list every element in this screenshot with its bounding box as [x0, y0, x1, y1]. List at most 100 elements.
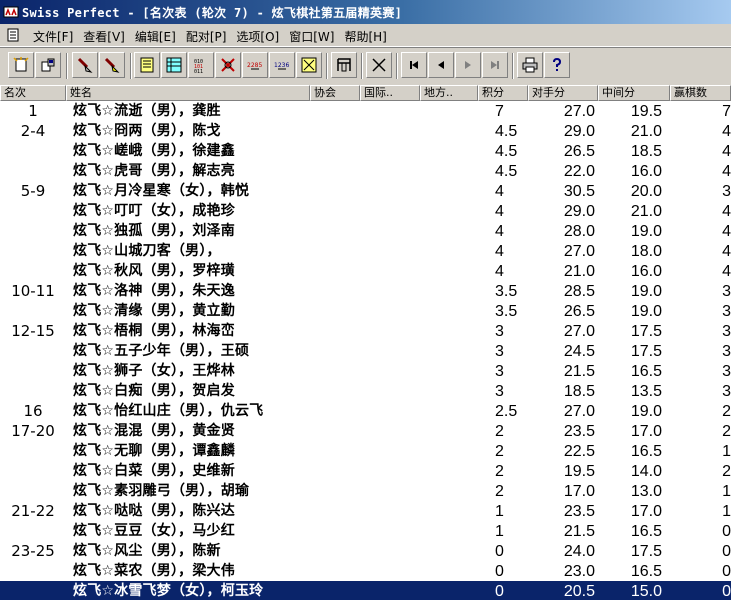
table-row[interactable]: 炫飞☆独孤（男），刘泽南 4 28.0 19.0 4	[0, 221, 731, 241]
rank-cell: 23-25	[11, 542, 55, 560]
new-tournament-button[interactable]	[8, 52, 34, 78]
col-median[interactable]: 中间分	[598, 85, 670, 101]
first-button[interactable]	[401, 52, 427, 78]
rank-cell	[0, 441, 66, 461]
col-score[interactable]: 积分	[478, 85, 528, 101]
wins-cell: 1	[722, 503, 731, 520]
table-row[interactable]: 17-20 炫飞☆混混（男），黄金贤 2 23.5 17.0 2	[0, 421, 731, 441]
wins-cell: 0	[722, 563, 731, 580]
table-row[interactable]: 炫飞☆秋风（男），罗梓璜 4 21.0 16.0 4	[0, 261, 731, 281]
table-row[interactable]: 炫飞☆白菜（男），史维新 2 19.5 14.0 2	[0, 461, 731, 481]
rating-2285-icon: 2285	[247, 62, 262, 70]
binary-results-button[interactable]: 010 101 011	[188, 52, 214, 78]
rating-1236-button[interactable]: 1236	[269, 52, 295, 78]
name-cell: 炫飞☆无聊（男），谭鑫麟	[73, 443, 235, 459]
menu-options[interactable]: 选项[O]	[231, 27, 284, 46]
median-cell: 19.0	[630, 403, 662, 420]
median-cell: 13.5	[630, 383, 662, 400]
add-player-icon	[77, 57, 93, 73]
first-icon	[410, 61, 418, 69]
table-row[interactable]: 炫飞☆狮子（女），王烨林 3 21.5 16.5 3	[0, 361, 731, 381]
col-opp-score[interactable]: 对手分	[528, 85, 598, 101]
document-icon[interactable]	[6, 28, 20, 42]
table-row[interactable]: 炫飞☆嵯峨（男），徐建鑫 4.5 26.5 18.5 4	[0, 141, 731, 161]
title-bar[interactable]: Swiss Perfect - [名次表 (轮次 7) - 炫飞棋社第五届精英赛…	[0, 0, 731, 24]
table-row[interactable]: 炫飞☆白痴（男），贺启发 3 18.5 13.5 3	[0, 381, 731, 401]
wins-cell: 4	[722, 123, 731, 140]
svg-text:2285: 2285	[247, 62, 262, 69]
score-cell: 2	[495, 443, 504, 460]
table-row[interactable]: 炫飞☆叮叮（女），成艳珍 4 29.0 21.0 4	[0, 201, 731, 221]
opponent-score-cell: 20.5	[563, 583, 595, 600]
help-button[interactable]	[544, 52, 570, 78]
col-name[interactable]: 姓名	[66, 85, 310, 101]
previous-button[interactable]	[428, 52, 454, 78]
table-row[interactable]: 炫飞☆清缘（男），黄立勤 3.5 26.5 19.0 3	[0, 301, 731, 321]
rank-cell: 2-4	[20, 122, 46, 140]
table-row[interactable]: 炫飞☆素羽雕弓（男），胡瑜 2 17.0 13.0 1	[0, 481, 731, 501]
score-cell: 1	[495, 523, 504, 540]
next-button[interactable]	[455, 52, 481, 78]
pairings-table-button[interactable]	[161, 52, 187, 78]
table-row[interactable]: 2-4 炫飞☆冏两（男），陈戈 4.5 29.0 21.0 4	[0, 121, 731, 141]
col-local-rating[interactable]: 地方..	[420, 85, 478, 101]
table-row[interactable]: 23-25 炫飞☆风尘（男），陈新 0 24.0 17.5 0	[0, 541, 731, 561]
rank-cell	[0, 241, 66, 261]
median-cell: 13.0	[630, 483, 662, 500]
table-row[interactable]: 炫飞☆菜农（男），梁大伟 0 23.0 16.5 0	[0, 561, 731, 581]
table-row[interactable]: 16 炫飞☆怡红山庄（男），仇云飞 2.5 27.0 19.0 2	[0, 401, 731, 421]
table-row[interactable]: 炫飞☆无聊（男），谭鑫麟 2 22.5 16.5 1	[0, 441, 731, 461]
opponent-score-cell: 26.5	[563, 143, 595, 160]
menu-help[interactable]: 帮助[H]	[339, 27, 391, 46]
table-row[interactable]: 炫飞☆冰雪飞梦（女），柯玉玲 0 20.5 15.0 0	[0, 581, 731, 600]
col-intl-rating[interactable]: 国际..	[360, 85, 420, 101]
previous-icon	[438, 61, 444, 69]
score-cell: 4	[495, 183, 504, 200]
col-wins[interactable]: 赢棋数	[670, 85, 731, 101]
table-row[interactable]: 炫飞☆虎哥（男），解志亮 4.5 22.0 16.0 4	[0, 161, 731, 181]
round-button[interactable]	[331, 52, 357, 78]
table-row[interactable]: 1 炫飞☆流逝（男），龚胜 7 27.0 19.5 7	[0, 101, 731, 121]
withdraw-button[interactable]	[215, 52, 241, 78]
median-cell: 16.0	[630, 263, 662, 280]
menu-file[interactable]: 文件[F]	[28, 27, 78, 46]
rank-cell	[0, 221, 66, 241]
edit-player-button[interactable]	[99, 52, 125, 78]
rating-2285-button[interactable]: 2285	[242, 52, 268, 78]
menu-edit[interactable]: 编辑[E]	[130, 27, 181, 46]
last-button[interactable]	[482, 52, 508, 78]
col-federation[interactable]: 协会	[310, 85, 360, 101]
standings-table[interactable]: 1 炫飞☆流逝（男），龚胜 7 27.0 19.5 7 2-4 炫飞☆冏两（男），陈戈 4.5 2…	[0, 101, 731, 600]
add-player-button[interactable]	[72, 52, 98, 78]
score-cell: 4.5	[495, 143, 518, 160]
median-cell: 17.5	[630, 323, 662, 340]
open-tournament-button[interactable]	[35, 52, 61, 78]
scissors-icon	[372, 58, 386, 72]
menu-view[interactable]: 查看[V]	[78, 27, 130, 46]
score-cell: 3.5	[495, 283, 518, 300]
name-cell: 炫飞☆怡红山庄（男），仇云飞	[73, 403, 264, 419]
table-row[interactable]: 5-9 炫飞☆月冷星寒（女），韩悦 4 30.5 20.0 3	[0, 181, 731, 201]
table-row[interactable]: 炫飞☆山城刀客（男）， 4 27.0 18.0 4	[0, 241, 731, 261]
score-cell: 3	[495, 323, 504, 340]
col-rank[interactable]: 名次	[0, 85, 66, 101]
table-row[interactable]: 12-15 炫飞☆梧桐（男），林海峦 3 27.0 17.5 3	[0, 321, 731, 341]
wins-cell: 3	[722, 283, 731, 300]
player-list-button[interactable]	[134, 52, 160, 78]
toolbar-separator	[361, 53, 363, 79]
median-cell: 15.0	[630, 583, 662, 600]
table-row[interactable]: 10-11 炫飞☆洛神（男），朱天逸 3.5 28.5 19.0 3	[0, 281, 731, 301]
print-button[interactable]	[517, 52, 543, 78]
wins-cell: 4	[722, 243, 731, 260]
median-cell: 16.5	[630, 363, 662, 380]
median-cell: 17.0	[630, 503, 662, 520]
table-row[interactable]: 炫飞☆五子少年（男），王硕 3 24.5 17.5 3	[0, 341, 731, 361]
table-row[interactable]: 炫飞☆豆豆（女），马少红 1 21.5 16.5 0	[0, 521, 731, 541]
name-cell: 炫飞☆豆豆（女），马少红	[73, 523, 235, 539]
scissors-button[interactable]	[366, 52, 392, 78]
menu-window[interactable]: 窗口[W]	[284, 27, 339, 46]
crosstable-button[interactable]	[296, 52, 322, 78]
table-row[interactable]: 21-22 炫飞☆哒哒（男），陈兴达 1 23.5 17.0 1	[0, 501, 731, 521]
menu-pairing[interactable]: 配对[P]	[181, 27, 232, 46]
score-cell: 2	[495, 423, 504, 440]
